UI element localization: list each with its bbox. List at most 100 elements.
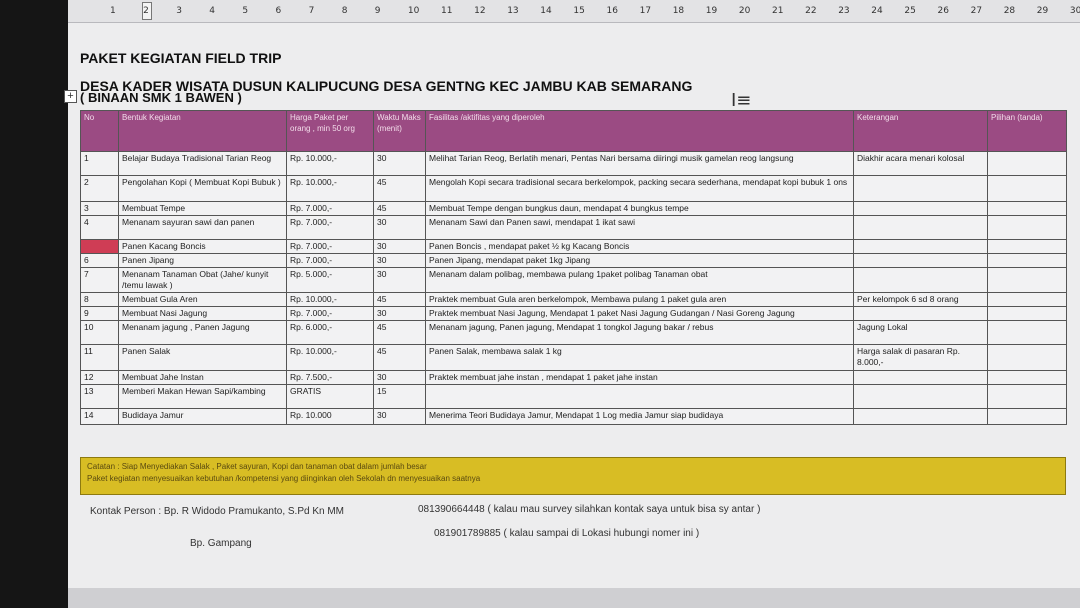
cell-pilihan[interactable]	[987, 408, 1067, 425]
cell-waktu[interactable]: 30	[373, 215, 426, 240]
cell-harga[interactable]: Rp. 7.000,-	[286, 201, 374, 216]
cell-waktu[interactable]: 15	[373, 384, 426, 409]
cell-fasilitas[interactable]: Praktek membuat jahe instan , mendapat 1…	[425, 370, 854, 385]
cell-kegiatan[interactable]: Panen Jipang	[118, 253, 287, 268]
cell-pilihan[interactable]	[987, 267, 1067, 293]
cell-pilihan[interactable]	[987, 292, 1067, 307]
cell-fasilitas[interactable]: Panen Salak, membawa salak 1 kg	[425, 344, 854, 371]
cell-fasilitas[interactable]: Menanam jagung, Panen jagung, Mendapat 1…	[425, 320, 854, 345]
cell-kegiatan[interactable]: Budidaya Jamur	[118, 408, 287, 425]
cell-waktu[interactable]: 30	[373, 408, 426, 425]
cell-keterangan[interactable]	[853, 253, 988, 268]
cell-kegiatan[interactable]: Membuat Jahe Instan	[118, 370, 287, 385]
cell-kegiatan[interactable]: Panen Salak	[118, 344, 287, 371]
cell-waktu[interactable]: 45	[373, 201, 426, 216]
cell-kegiatan[interactable]: Menanam jagung , Panen Jagung	[118, 320, 287, 345]
cell-no[interactable]: 1	[80, 151, 119, 176]
cell-kegiatan[interactable]: Belajar Budaya Tradisional Tarian Reog	[118, 151, 287, 176]
horizontal-ruler[interactable]: 1 2 3 4 5 6 7 8 9 10 11 12 13 14 15 16 17 18 19 20 21 22 23 24 2…	[68, 0, 1080, 23]
cell-harga[interactable]: Rp. 10.000	[286, 408, 374, 425]
cell-no[interactable]: 14	[80, 408, 119, 425]
cell-harga[interactable]: Rp. 10.000,-	[286, 292, 374, 307]
cell-fasilitas[interactable]: Panen Jipang, mendapat paket 1kg Jipang	[425, 253, 854, 268]
cell-no[interactable]: 3	[80, 201, 119, 216]
table-move-handle-icon[interactable]: +	[64, 90, 77, 103]
cell-waktu[interactable]: 30	[373, 267, 426, 293]
cell-waktu[interactable]: 30	[373, 306, 426, 321]
cell-fasilitas[interactable]: Membuat Tempe dengan bungkus daun, menda…	[425, 201, 854, 216]
cell-keterangan[interactable]: Diakhir acara menari kolosal	[853, 151, 988, 176]
cell-fasilitas[interactable]: Menanam Sawi dan Panen sawi, mendapat 1 …	[425, 215, 854, 240]
cell-harga[interactable]: Rp. 5.000,-	[286, 267, 374, 293]
cell-no[interactable]: 5	[80, 239, 119, 254]
cell-harga[interactable]: Rp. 6.000,-	[286, 320, 374, 345]
cell-pilihan[interactable]	[987, 384, 1067, 409]
cell-no[interactable]: 13	[80, 384, 119, 409]
cell-no[interactable]: 7	[80, 267, 119, 293]
cell-pilihan[interactable]	[987, 253, 1067, 268]
cell-pilihan[interactable]	[987, 344, 1067, 371]
cell-harga[interactable]: Rp. 7.500,-	[286, 370, 374, 385]
cell-no[interactable]: 11	[80, 344, 119, 371]
cell-kegiatan[interactable]: Pengolahan Kopi ( Membuat Kopi Bubuk )	[118, 175, 287, 202]
cell-waktu[interactable]: 45	[373, 175, 426, 202]
cell-keterangan[interactable]	[853, 175, 988, 202]
cell-keterangan[interactable]	[853, 370, 988, 385]
cell-pilihan[interactable]	[987, 306, 1067, 321]
cell-keterangan[interactable]	[853, 215, 988, 240]
cell-keterangan[interactable]	[853, 267, 988, 293]
cell-harga[interactable]: Rp. 7.000,-	[286, 253, 374, 268]
cell-fasilitas[interactable]: Panen Boncis , mendapat paket ½ kg Kacan…	[425, 239, 854, 254]
cell-harga[interactable]: Rp. 7.000,-	[286, 215, 374, 240]
cell-fasilitas[interactable]: Melihat Tarian Reog, Berlatih menari, Pe…	[425, 151, 854, 176]
cell-no[interactable]: 8	[80, 292, 119, 307]
cell-pilihan[interactable]	[987, 239, 1067, 254]
cell-harga[interactable]: Rp. 10.000,-	[286, 344, 374, 371]
cell-kegiatan[interactable]: Memberi Makan Hewan Sapi/kambing	[118, 384, 287, 409]
cell-pilihan[interactable]	[987, 175, 1067, 202]
cell-waktu[interactable]: 45	[373, 292, 426, 307]
cell-kegiatan[interactable]: Panen Kacang Boncis	[118, 239, 287, 254]
cell-pilihan[interactable]	[987, 201, 1067, 216]
cell-keterangan[interactable]: Harga salak di pasaran Rp. 8.000,-	[853, 344, 988, 371]
cell-fasilitas[interactable]: Praktek membuat Gula aren berkelompok, M…	[425, 292, 854, 307]
cell-fasilitas[interactable]: Menerima Teori Budidaya Jamur, Mendapat …	[425, 408, 854, 425]
cell-pilihan[interactable]	[987, 320, 1067, 345]
cell-keterangan[interactable]	[853, 201, 988, 216]
cell-kegiatan[interactable]: Membuat Nasi Jagung	[118, 306, 287, 321]
cell-waktu[interactable]: 30	[373, 151, 426, 176]
cell-keterangan[interactable]	[853, 239, 988, 254]
cell-no[interactable]: 6	[80, 253, 119, 268]
document-page[interactable]: PAKET KEGIATAN FIELD TRIP DESA KADER WIS…	[64, 48, 1080, 608]
cell-pilihan[interactable]	[987, 151, 1067, 176]
cell-fasilitas[interactable]	[425, 384, 854, 409]
cell-waktu[interactable]: 45	[373, 344, 426, 371]
cell-keterangan[interactable]	[853, 408, 988, 425]
cell-pilihan[interactable]	[987, 215, 1067, 240]
cell-fasilitas[interactable]: Mengolah Kopi secara tradisional secara …	[425, 175, 854, 202]
cell-no[interactable]: 2	[80, 175, 119, 202]
cell-harga[interactable]: GRATIS	[286, 384, 374, 409]
cell-kegiatan[interactable]: Menanam sayuran sawi dan panen	[118, 215, 287, 240]
cell-keterangan[interactable]	[853, 306, 988, 321]
cell-fasilitas[interactable]: Menanam dalam polibag, membawa pulang 1p…	[425, 267, 854, 293]
cell-waktu[interactable]: 30	[373, 370, 426, 385]
cell-harga[interactable]: Rp. 10.000,-	[286, 151, 374, 176]
cell-harga[interactable]: Rp. 7.000,-	[286, 239, 374, 254]
cell-waktu[interactable]: 30	[373, 239, 426, 254]
cell-kegiatan[interactable]: Membuat Tempe	[118, 201, 287, 216]
cell-harga[interactable]: Rp. 7.000,-	[286, 306, 374, 321]
cell-keterangan[interactable]: Per kelompok 6 sd 8 orang	[853, 292, 988, 307]
cell-keterangan[interactable]: Jagung Lokal	[853, 320, 988, 345]
cell-kegiatan[interactable]: Menanam Tanaman Obat (Jahe/ kunyit /temu…	[118, 267, 287, 293]
cell-waktu[interactable]: 30	[373, 253, 426, 268]
cell-no[interactable]: 12	[80, 370, 119, 385]
cell-harga[interactable]: Rp. 10.000,-	[286, 175, 374, 202]
cell-no[interactable]: 4	[80, 215, 119, 240]
cell-waktu[interactable]: 45	[373, 320, 426, 345]
cell-no[interactable]: 9	[80, 306, 119, 321]
cell-pilihan[interactable]	[987, 370, 1067, 385]
cell-keterangan[interactable]	[853, 384, 988, 409]
cell-fasilitas[interactable]: Praktek membuat Nasi Jagung, Mendapat 1 …	[425, 306, 854, 321]
cell-no[interactable]: 10	[80, 320, 119, 345]
